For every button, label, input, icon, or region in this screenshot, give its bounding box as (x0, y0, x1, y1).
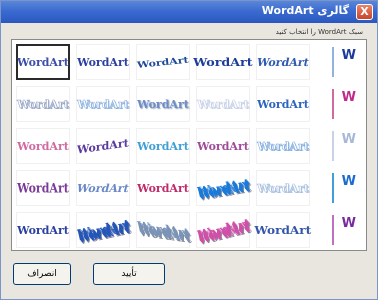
vertical-text-line (332, 47, 334, 77)
wordart-sample-text: WordArt (137, 139, 189, 153)
wordart-sample-text: WordArt (257, 97, 309, 111)
wordart-style-3[interactable]: WordArt (136, 44, 190, 80)
title-bar[interactable]: گالری WordArt X (1, 1, 377, 23)
wordart-vertical-style-4[interactable]: W (324, 170, 360, 206)
wordart-style-22[interactable]: WordArt (76, 212, 130, 248)
wordart-sample-text: WordArt (77, 215, 129, 245)
wordart-style-9[interactable]: WordArt (196, 86, 250, 122)
wordart-sample-text: WordArt (17, 139, 69, 153)
wordart-sample-text: WordArt (255, 55, 311, 69)
close-button[interactable]: X (356, 4, 373, 20)
wordart-style-5[interactable]: WordArt (256, 44, 310, 80)
vertical-text-line (332, 215, 334, 245)
vertical-sample-letter: W (341, 90, 356, 105)
wordart-style-1[interactable]: WordArt (16, 44, 70, 80)
cancel-button[interactable]: انصراف (13, 263, 71, 285)
wordart-style-10[interactable]: WordArt (256, 86, 310, 122)
wordart-sample-text: WordArt (197, 214, 249, 246)
wordart-sample-text: WordArt (77, 97, 129, 111)
wordart-style-23[interactable]: WordArt (136, 212, 190, 248)
wordart-sample-text: WordArt (136, 54, 190, 70)
wordart-vertical-style-2[interactable]: W (324, 86, 360, 122)
ok-button[interactable]: تأیید (93, 263, 165, 285)
wordart-sample-text: WordArt (17, 55, 69, 69)
wordart-sample-text: WordArt (197, 139, 249, 153)
wordart-style-7[interactable]: WordArt (76, 86, 130, 122)
wordart-sample-text: WordArt (254, 223, 312, 237)
wordart-style-6[interactable]: WordArt (16, 86, 70, 122)
wordart-style-21[interactable]: WordArt (16, 212, 70, 248)
wordart-style-14[interactable]: WordArt (196, 128, 250, 164)
wordart-sample-text: WordArt (77, 135, 129, 157)
vertical-sample-letter: W (341, 174, 356, 189)
wordart-sample-text: WordArt (257, 139, 309, 153)
wordart-style-15[interactable]: WordArt (256, 128, 310, 164)
wordart-sample-text: WordArt (257, 181, 309, 195)
wordart-vertical-style-1[interactable]: W (324, 44, 360, 80)
wordart-sample-text: WordArt (17, 223, 69, 237)
wordart-style-11[interactable]: WordArt (16, 128, 70, 164)
wordart-style-20[interactable]: WordArt (256, 170, 310, 206)
vertical-text-line (332, 173, 334, 203)
wordart-style-18[interactable]: WordArt (136, 170, 190, 206)
wordart-sample-text: WordArt (197, 97, 249, 111)
wordart-sample-text: WordArt (137, 217, 189, 243)
gallery-instruction: سبک WordArt را انتخاب کنید (275, 28, 363, 36)
wordart-style-25[interactable]: WordArt (254, 212, 312, 248)
wordart-style-16[interactable]: WordArt (16, 170, 70, 206)
wordart-sample-text: WordArt (137, 181, 189, 195)
wordart-sample-text: WordArt (17, 97, 69, 111)
wordart-style-24[interactable]: WordArt (196, 212, 250, 248)
vertical-text-line (332, 89, 334, 119)
wordart-style-2[interactable]: WordArt (76, 44, 130, 80)
wordart-vertical-style-5[interactable]: W (324, 212, 360, 248)
wordart-style-8[interactable]: WordArt (136, 86, 190, 122)
wordart-sample-text: WordArt (137, 97, 189, 111)
vertical-sample-letter: W (341, 216, 356, 231)
vertical-sample-letter: W (341, 48, 356, 63)
wordart-sample-text: WordArt (17, 180, 69, 196)
wordart-style-13[interactable]: WordArt (136, 128, 190, 164)
wordart-style-17[interactable]: WordArt (75, 170, 131, 206)
wordart-style-12[interactable]: WordArt (76, 128, 130, 164)
wordart-vertical-style-3[interactable]: W (324, 128, 360, 164)
wordart-gallery-dialog: گالری WordArt X سبک WordArt را انتخاب کن… (0, 0, 378, 300)
wordart-style-19[interactable]: WordArt (196, 170, 250, 206)
wordart-sample-text: WordArt (77, 55, 129, 69)
wordart-style-4[interactable]: WordArt (193, 44, 253, 80)
window-title: گالری WordArt (261, 4, 349, 17)
vertical-text-line (332, 131, 334, 161)
wordart-style-grid: WordArt WordArt WordArt WordArt WordArt WordA… (11, 39, 367, 251)
wordart-sample-text: WordArt (197, 174, 249, 202)
wordart-sample-text: WordArt (75, 181, 131, 195)
wordart-sample-text: WordArt (193, 55, 253, 69)
vertical-sample-letter: W (341, 132, 356, 147)
